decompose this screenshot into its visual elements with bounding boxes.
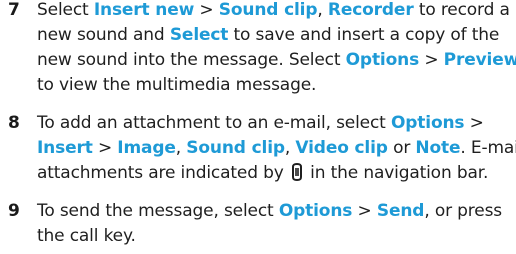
body-text: ,: [317, 0, 328, 20]
menu-keyword: Insert new: [93, 0, 195, 20]
menu-keyword: Options: [390, 113, 465, 133]
body-text: >: [464, 113, 484, 133]
body-text: To send the message, select: [37, 201, 279, 221]
body-text: . E-mail: [460, 138, 516, 158]
step-7-line-2: new sound and Select to save and insert …: [37, 25, 499, 45]
step-7-line-4: to view the multimedia message.: [37, 75, 316, 95]
body-text: ,: [284, 138, 296, 158]
body-text: attachments are indicated by: [37, 163, 289, 183]
menu-keyword: Options: [345, 50, 420, 70]
body-text: >: [419, 50, 444, 70]
menu-keyword: Options: [278, 201, 353, 221]
step-number: 9: [8, 201, 20, 221]
step-number: 8: [8, 113, 20, 133]
menu-keyword: Video clip: [295, 138, 388, 158]
menu-keyword: Sound clip: [186, 138, 285, 158]
body-text: the call key.: [37, 226, 136, 246]
body-text: to record a: [413, 0, 510, 20]
step-8-line-1: To add an attachment to an e-mail, selec…: [37, 113, 484, 133]
body-text: >: [352, 201, 377, 221]
body-text: To add an attachment to an e-mail, selec…: [37, 113, 391, 133]
body-text: >: [92, 138, 118, 158]
step-9-line-2: the call key.: [37, 226, 136, 246]
body-text: to view the multimedia message.: [37, 75, 317, 95]
menu-keyword: Sound clip: [218, 0, 318, 20]
body-text: new sound into the message. Select: [37, 50, 346, 70]
menu-keyword: Image: [117, 138, 176, 158]
step-7-line-1: Select Insert new > Sound clip, Recorder…: [37, 0, 510, 20]
body-text: , or press: [424, 201, 502, 221]
body-text: to save and insert a copy of the: [228, 25, 500, 45]
instruction-document: 7 Select Insert new > Sound clip, Record…: [0, 0, 516, 254]
menu-keyword: Preview: [443, 50, 516, 70]
step-9-line-1: To send the message, select Options > Se…: [37, 201, 502, 221]
menu-keyword: Insert: [37, 138, 93, 158]
menu-keyword: Note: [415, 138, 461, 158]
menu-keyword: Select: [169, 25, 229, 45]
body-text: ,: [175, 138, 187, 158]
step-number: 7: [8, 0, 20, 20]
body-text: or: [387, 138, 416, 158]
body-text: >: [194, 0, 219, 20]
step-8-line-2: Insert > Image, Sound clip, Video clip o…: [37, 138, 516, 158]
body-text: in the navigation bar.: [304, 163, 489, 183]
body-text: Select: [37, 0, 94, 20]
step-7-line-3: new sound into the message. Select Optio…: [37, 50, 516, 70]
paperclip-icon: [290, 162, 304, 182]
menu-keyword: Recorder: [327, 0, 414, 20]
menu-keyword: Send: [376, 201, 425, 221]
body-text: new sound and: [37, 25, 170, 45]
step-8-line-3: attachments are indicated by in the navi…: [37, 162, 489, 183]
